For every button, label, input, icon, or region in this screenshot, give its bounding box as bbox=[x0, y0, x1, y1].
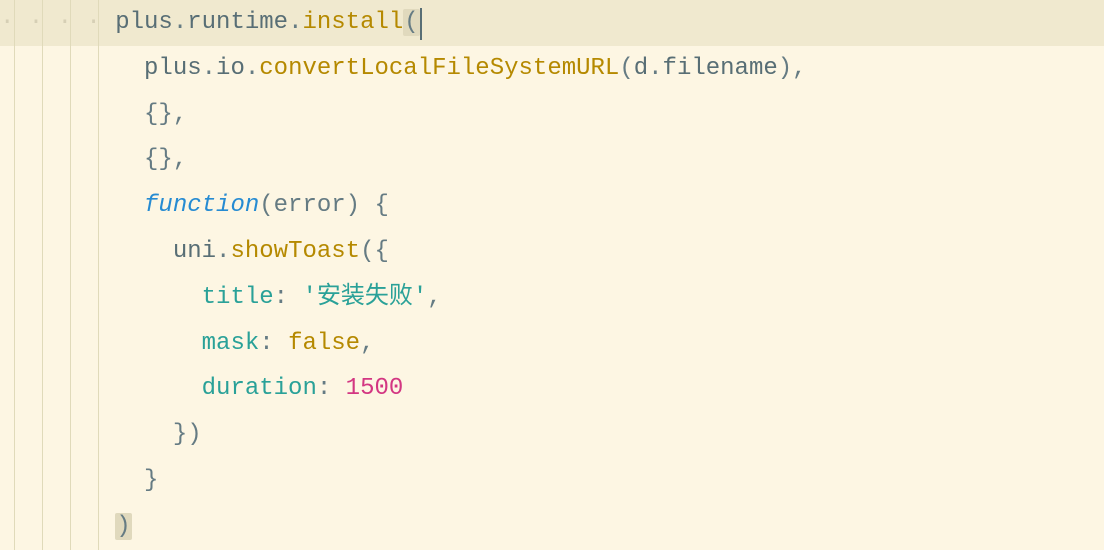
token-punct: . bbox=[288, 9, 302, 36]
token-punct: . bbox=[202, 55, 216, 82]
token-punct: , bbox=[360, 330, 374, 357]
code-line[interactable]: uni.showToast({ bbox=[0, 229, 1104, 275]
code-line[interactable]: {}, bbox=[0, 137, 1104, 183]
token-number: 1500 bbox=[346, 375, 404, 402]
token-property: mask bbox=[202, 330, 260, 357]
token-boolean: false bbox=[288, 330, 360, 357]
token-identifier: uni bbox=[173, 238, 216, 265]
token-punct: {} bbox=[144, 101, 173, 128]
code-line[interactable]: ) bbox=[0, 504, 1104, 550]
token-punct: } bbox=[144, 467, 158, 494]
token-punct: {} bbox=[144, 146, 173, 173]
token-punct: } bbox=[173, 421, 187, 448]
token-punct: ( bbox=[360, 238, 374, 265]
token-punct: { bbox=[374, 238, 388, 265]
code-area[interactable]: · · · · plus.runtime.install( plus.io.co… bbox=[0, 0, 1104, 550]
token-property: duration bbox=[202, 375, 317, 402]
code-line[interactable]: · · · · plus.runtime.install( bbox=[0, 0, 1104, 46]
whitespace-indicator: · · · · bbox=[0, 9, 115, 36]
token-punct: , bbox=[427, 284, 441, 311]
token-method: install bbox=[302, 9, 403, 36]
token-punct: ) bbox=[187, 421, 201, 448]
token-property: title bbox=[202, 284, 274, 311]
code-line[interactable]: }) bbox=[0, 412, 1104, 458]
token-punct: ) bbox=[778, 55, 792, 82]
token-identifier: runtime bbox=[187, 9, 288, 36]
token-param: error bbox=[274, 192, 346, 219]
token-punct: ( bbox=[259, 192, 273, 219]
code-line[interactable]: mask: false, bbox=[0, 321, 1104, 367]
token-method: showToast bbox=[230, 238, 360, 265]
token-punct: ) bbox=[346, 192, 360, 219]
token-punct: . bbox=[245, 55, 259, 82]
token-punct: : bbox=[259, 330, 288, 357]
token-punct: ( bbox=[619, 55, 633, 82]
token-punct: . bbox=[216, 238, 230, 265]
code-line[interactable]: plus.io.convertLocalFileSystemURL(d.file… bbox=[0, 46, 1104, 92]
token-punct: , bbox=[792, 55, 806, 82]
token-string: '安装失败' bbox=[302, 284, 427, 311]
token-method: convertLocalFileSystemURL bbox=[259, 55, 619, 82]
matching-bracket: ( bbox=[403, 9, 419, 36]
text-cursor bbox=[420, 8, 422, 40]
code-line[interactable]: function(error) { bbox=[0, 183, 1104, 229]
token-punct: . bbox=[173, 9, 187, 36]
token-identifier: plus bbox=[115, 9, 173, 36]
matching-bracket: ) bbox=[115, 513, 131, 540]
token-identifier: io bbox=[216, 55, 245, 82]
code-line[interactable]: title: '安装失败', bbox=[0, 275, 1104, 321]
code-line[interactable]: {}, bbox=[0, 92, 1104, 138]
token-punct: : bbox=[274, 284, 303, 311]
token-punct: , bbox=[173, 101, 187, 128]
token-identifier: plus bbox=[144, 55, 202, 82]
code-editor[interactable]: · · · · plus.runtime.install( plus.io.co… bbox=[0, 0, 1104, 550]
token-punct: . bbox=[648, 55, 662, 82]
token-punct: : bbox=[317, 375, 346, 402]
token-punct: { bbox=[360, 192, 389, 219]
token-identifier: d bbox=[634, 55, 648, 82]
code-line[interactable]: duration: 1500 bbox=[0, 366, 1104, 412]
code-line[interactable]: } bbox=[0, 458, 1104, 504]
token-identifier: filename bbox=[663, 55, 778, 82]
token-keyword: function bbox=[144, 192, 259, 219]
token-punct: , bbox=[173, 146, 187, 173]
